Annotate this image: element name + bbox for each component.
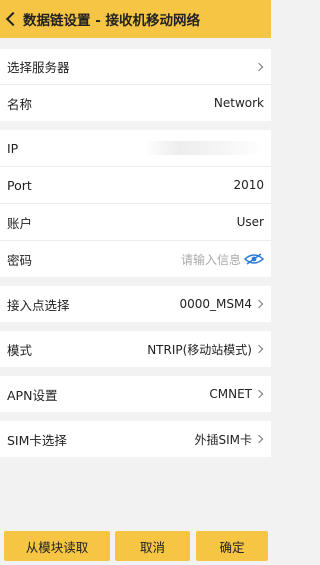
access-point-group: 接入点选择 0000_MSM4	[0, 286, 271, 322]
chevron-right-icon	[254, 299, 264, 309]
sim-label: SIM卡选择	[7, 432, 67, 448]
port-value[interactable]: 2010	[233, 178, 264, 192]
apn-label: APN设置	[7, 387, 58, 403]
account-row[interactable]: 账户 User	[0, 204, 271, 241]
bottom-action-bar: 从模块读取 取消 确定	[0, 523, 271, 565]
chevron-right-icon	[254, 389, 264, 399]
mode-value: NTRIP(移动站模式)	[147, 342, 252, 357]
mode-label: 模式	[7, 342, 33, 358]
password-row[interactable]: 密码 请输入信息	[0, 241, 271, 277]
sim-group: SIM卡选择 外插SIM卡	[0, 421, 271, 457]
confirm-button[interactable]: 确定	[196, 531, 268, 561]
name-value: Network	[213, 96, 264, 110]
chevron-right-icon	[254, 344, 264, 354]
chevron-right-icon	[254, 62, 264, 71]
port-label: Port	[7, 177, 32, 193]
port-row[interactable]: Port 2010	[0, 167, 271, 204]
sim-row[interactable]: SIM卡选择 外插SIM卡	[0, 421, 271, 457]
apn-row[interactable]: APN设置 CMNET	[0, 376, 271, 412]
ip-value-masked[interactable]	[144, 141, 264, 155]
mode-group: 模式 NTRIP(移动站模式)	[0, 331, 271, 367]
eye-off-icon[interactable]	[244, 253, 264, 265]
sim-value: 外插SIM卡	[194, 432, 252, 447]
back-arrow-icon[interactable]	[5, 11, 21, 27]
account-label: 账户	[7, 215, 33, 231]
apn-group: APN设置 CMNET	[0, 376, 271, 412]
password-label: 密码	[7, 252, 33, 268]
ip-row[interactable]: IP	[0, 130, 271, 167]
connection-group: IP Port 2010 账户 User 密码 请输入信息	[0, 130, 271, 277]
cancel-button[interactable]: 取消	[115, 531, 190, 561]
page-title: 数据链设置 - 接收机移动网络	[23, 13, 201, 29]
server-group: 选择服务器 名称 Network	[0, 49, 271, 121]
apn-value: CMNET	[209, 387, 252, 401]
access-point-value: 0000_MSM4	[179, 297, 253, 311]
access-point-label: 接入点选择	[7, 297, 70, 313]
name-row[interactable]: 名称 Network	[0, 85, 271, 121]
mode-row[interactable]: 模式 NTRIP(移动站模式)	[0, 331, 271, 367]
select-server-label: 选择服务器	[7, 60, 70, 75]
name-label: 名称	[7, 96, 33, 112]
read-from-module-button[interactable]: 从模块读取	[4, 531, 110, 561]
title-bar: 数据链设置 - 接收机移动网络	[0, 0, 271, 38]
access-point-row[interactable]: 接入点选择 0000_MSM4	[0, 286, 271, 322]
select-server-row[interactable]: 选择服务器	[0, 49, 271, 85]
password-input[interactable]: 请输入信息	[181, 251, 241, 268]
account-value[interactable]: User	[237, 215, 264, 229]
chevron-right-icon	[254, 434, 264, 444]
ip-label: IP	[7, 140, 19, 156]
